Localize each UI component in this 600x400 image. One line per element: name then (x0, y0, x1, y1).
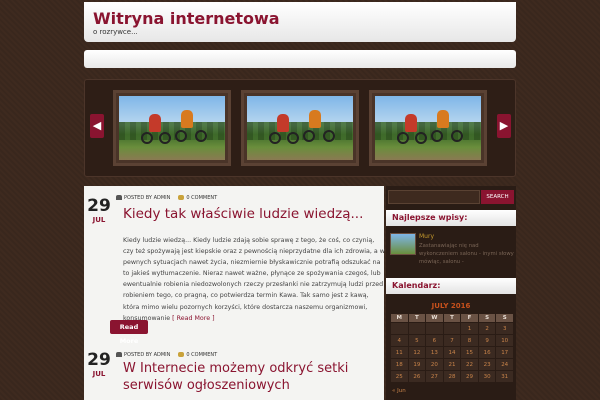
post-day: 29 (87, 196, 111, 216)
user-icon (116, 352, 122, 357)
calendar-day: 30 (477, 370, 497, 383)
calendar-header: F (460, 313, 479, 323)
image-slider (84, 79, 516, 177)
comment-icon (178, 195, 185, 200)
post-date: 29 JUL (84, 196, 114, 224)
chevron-right-icon: ▶ (499, 119, 509, 132)
post-title-line[interactable]: serwisów ogłoszeniowych (123, 377, 348, 394)
calendar-day: 21 (442, 358, 462, 371)
slide-image[interactable] (241, 90, 359, 166)
calendar-day: 20 (425, 358, 444, 371)
calendar-day (442, 322, 462, 335)
calendar-day: 31 (495, 370, 514, 383)
calendar-day (407, 322, 427, 335)
calendar-day: 12 (407, 346, 427, 359)
calendar-title: Kalendarz: (386, 278, 516, 294)
calendar-table: M T W T F S S 1 2 3 4 5 6 7 8 9 10 11 12 13 14 15 16 17 1… (390, 313, 514, 383)
post-comments[interactable]: 0 COMMENT (186, 352, 217, 358)
calendar-day: 23 (477, 358, 497, 371)
calendar-header: S (477, 313, 497, 323)
calendar-day: 9 (477, 334, 497, 347)
calendar-day: 18 (390, 358, 409, 371)
site-title[interactable]: Witryna internetowa (93, 9, 280, 28)
calendar-day: 11 (390, 346, 409, 359)
recent-post-text: Zastanawiając nię nad wykonczeniem salon… (419, 243, 514, 265)
calendar-day: 29 (460, 370, 479, 383)
comment-icon (178, 352, 185, 357)
read-more-button[interactable]: Read More (110, 320, 148, 345)
calendar-day: 22 (460, 358, 479, 371)
calendar-row: 123 (390, 322, 514, 335)
post-month: JUL (92, 216, 106, 224)
calendar-day: 8 (460, 334, 479, 347)
post-author[interactable]: POSTED BY ADMIN (124, 352, 170, 358)
read-more-link[interactable]: [ Read More ] (172, 315, 214, 322)
post-title[interactable]: W Internecie możemy odkryć setki serwisó… (123, 360, 348, 394)
calendar-caption: JULY 2016 (431, 302, 471, 310)
slide-image[interactable] (113, 90, 231, 166)
post-title-line[interactable]: W Internecie możemy odkryć setki (123, 360, 348, 377)
calendar-day: 6 (425, 334, 444, 347)
calendar-day: 2 (477, 322, 497, 335)
post-author[interactable]: POSTED BY ADMIN (124, 195, 170, 201)
post-day: 29 (87, 350, 111, 370)
post-title[interactable]: Kiedy tak właściwie ludzie wiedzą... (123, 206, 363, 223)
calendar-day: 13 (425, 346, 444, 359)
calendar-day: 1 (460, 322, 479, 335)
post-comments[interactable]: 0 COMMENT (186, 195, 217, 201)
post-excerpt-text: Kiedy ludzie wiedzą... Kiedy ludzie zdaj… (123, 237, 385, 322)
calendar-day: 3 (495, 322, 514, 335)
calendar-day: 26 (407, 370, 427, 383)
calendar-day: 25 (390, 370, 409, 383)
main-content: 29 JUL POSTED BY ADMIN 0 COMMENT Kiedy ta… (84, 186, 385, 400)
slide-image[interactable] (369, 90, 487, 166)
post-meta: POSTED BY ADMIN 0 COMMENT (116, 195, 217, 201)
calendar-day: 28 (442, 370, 462, 383)
calendar-row: 25 26 27 28 29 30 31 (390, 370, 514, 383)
chevron-left-icon: ◀ (92, 119, 102, 132)
slider-next-button[interactable]: ▶ (497, 114, 511, 138)
slider-prev-button[interactable]: ◀ (90, 114, 104, 138)
post-date: 29 JUL (84, 350, 114, 378)
post-month: JUL (92, 370, 106, 378)
calendar-day: 4 (390, 334, 409, 347)
site-description: o rozrywce... (93, 28, 138, 36)
calendar-day: 10 (495, 334, 514, 347)
post-excerpt: Kiedy ludzie wiedzą... Kiedy ludzie zdaj… (123, 235, 385, 324)
calendar-day: 5 (407, 334, 427, 347)
calendar-prev-link[interactable]: « Jun (392, 388, 406, 394)
calendar-day: 15 (460, 346, 479, 359)
recent-post-title[interactable]: Mury (419, 233, 434, 240)
calendar-header: T (442, 313, 462, 323)
calendar-day: 7 (442, 334, 462, 347)
calendar-row: 4 5 6 7 8 9 10 (390, 334, 514, 347)
calendar-day (425, 322, 444, 335)
calendar-day: 27 (425, 370, 444, 383)
calendar-header: S (495, 313, 514, 323)
calendar-day: 19 (407, 358, 427, 371)
calendar-day: 14 (442, 346, 462, 359)
calendar-header: T (407, 313, 427, 323)
post-meta: POSTED BY ADMIN 0 COMMENT (116, 352, 217, 358)
calendar-header: M (390, 313, 409, 323)
user-icon (116, 195, 122, 200)
navigation-bar[interactable] (84, 50, 516, 68)
recent-post-thumbnail[interactable] (390, 233, 416, 255)
calendar-header: W (425, 313, 444, 323)
recent-posts-title: Najlepsze wpisy: (386, 210, 516, 226)
calendar-day (390, 322, 409, 335)
calendar-row: 18 19 20 21 22 23 24 (390, 358, 514, 371)
calendar-day: 24 (495, 358, 514, 371)
calendar-row: 11 12 13 14 15 16 17 (390, 346, 514, 359)
site-header: Witryna internetowa o rozrywce... (84, 2, 516, 42)
search-input[interactable] (388, 190, 480, 204)
calendar-day: 16 (477, 346, 497, 359)
calendar-day: 17 (495, 346, 514, 359)
search-button[interactable]: SEARCH (481, 190, 514, 204)
